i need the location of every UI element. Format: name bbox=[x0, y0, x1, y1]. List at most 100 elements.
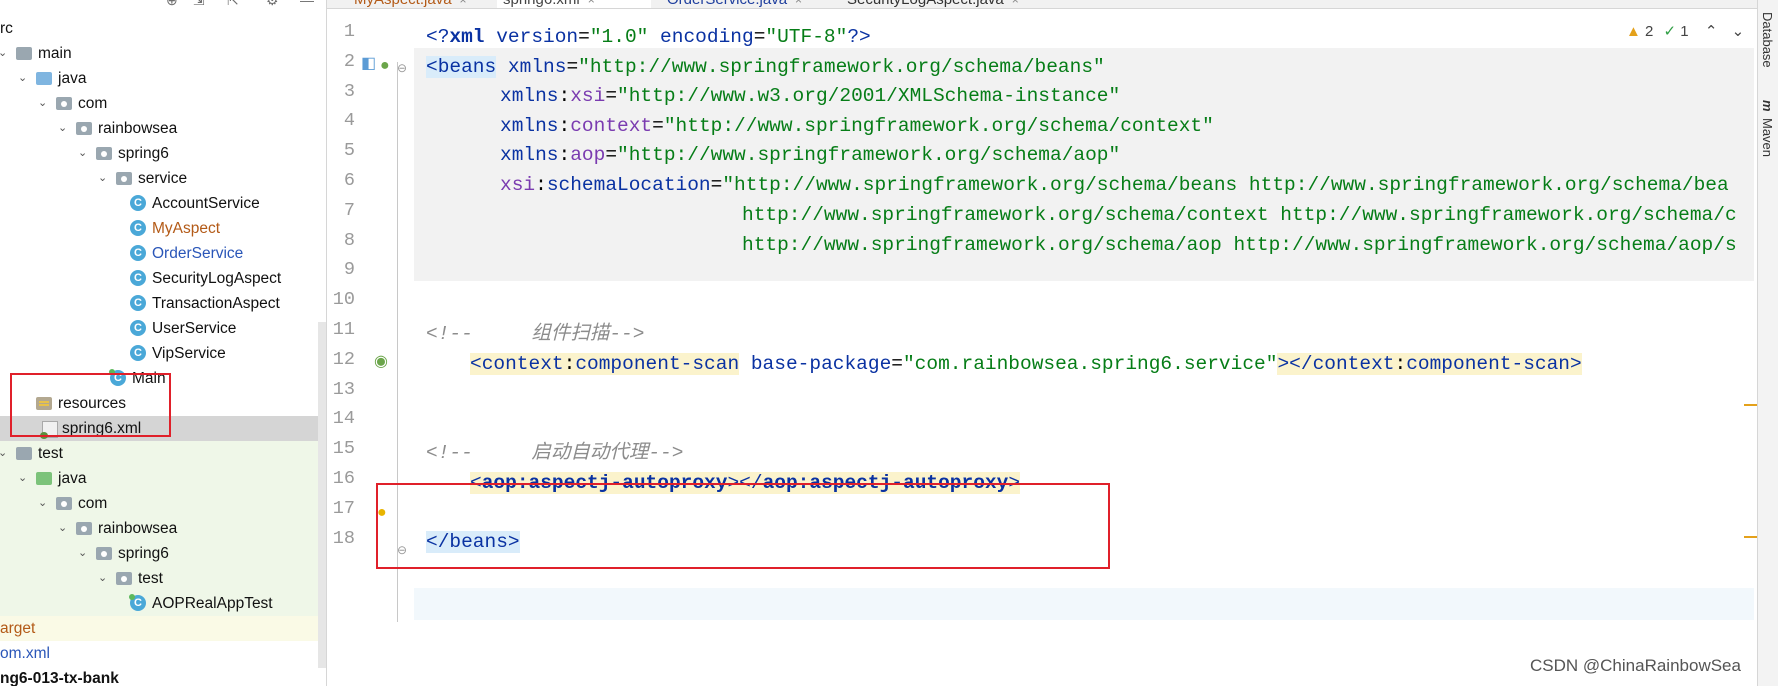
package-icon bbox=[96, 147, 112, 160]
token: xmlns bbox=[500, 144, 559, 166]
chevron-down-icon[interactable]: ⌄ bbox=[1732, 23, 1745, 40]
code-editor[interactable]: <?xml version="1.0" encoding="UTF-8"?> <… bbox=[414, 20, 1754, 686]
tree-item[interactable]: spring6.xml bbox=[0, 416, 326, 441]
chevron-down-icon[interactable]: ⌄ bbox=[18, 466, 27, 491]
close-icon[interactable]: × bbox=[795, 0, 802, 7]
close-icon[interactable]: × bbox=[1012, 0, 1019, 7]
tree-item[interactable]: C SecurityLogAspect bbox=[0, 266, 326, 291]
gutter-divider bbox=[397, 62, 398, 622]
package-icon bbox=[116, 172, 132, 185]
chevron-down-icon[interactable]: ⌄ bbox=[78, 141, 87, 166]
folder-icon bbox=[36, 472, 52, 485]
chevron-down-icon[interactable]: ⌄ bbox=[98, 566, 107, 591]
chevron-down-icon[interactable]: ⌄ bbox=[38, 491, 47, 516]
caret-line-highlight bbox=[414, 588, 1754, 620]
locate-icon[interactable]: ⊕ bbox=[166, 0, 178, 8]
gear-icon[interactable]: ⚙ bbox=[266, 0, 279, 8]
tree-item[interactable]: ⌄ rainbowsea bbox=[0, 116, 326, 141]
token: "http://www.springframework.org/schema/c… bbox=[663, 115, 1214, 137]
tree-item[interactable]: ⌄ rainbowsea bbox=[0, 516, 326, 541]
token: component-scan bbox=[1406, 353, 1571, 375]
tab-securitylogaspect[interactable]: SecurityLogAspect.java × bbox=[847, 0, 1067, 8]
tree-item[interactable]: om.xml bbox=[0, 641, 326, 666]
tab-orderservice[interactable]: OrderService.java × bbox=[667, 0, 827, 8]
tree-scrollbar[interactable] bbox=[318, 322, 326, 668]
chevron-down-icon[interactable]: ⌄ bbox=[0, 41, 7, 66]
chevron-down-icon[interactable]: ⌄ bbox=[98, 166, 107, 191]
chevron-down-icon[interactable]: ⌄ bbox=[58, 516, 67, 541]
tree-item[interactable]: ⌄ test bbox=[0, 441, 326, 466]
chevron-down-icon[interactable]: ⌄ bbox=[0, 441, 7, 466]
warning-stripe[interactable] bbox=[1744, 404, 1758, 406]
chevron-down-icon[interactable]: ⌄ bbox=[38, 91, 47, 116]
tree-item[interactable]: C AOPRealAppTest bbox=[0, 591, 326, 616]
tree-item-label: resources bbox=[58, 395, 127, 412]
fold-icon[interactable]: ⊖ bbox=[397, 542, 407, 558]
spring-beans-icon[interactable]: ◧ bbox=[361, 56, 376, 72]
token: xmlns bbox=[500, 115, 559, 137]
chevron-down-icon[interactable]: ⌄ bbox=[78, 541, 87, 566]
class-icon: C bbox=[130, 195, 146, 211]
project-tree[interactable]: ⊕ ⇲ ⇱ ⚙ — rc ⌄ main ⌄ java ⌄ com ⌄ rainbowsea ⌄ sp… bbox=[0, 0, 327, 686]
fold-icon[interactable]: ⊖ bbox=[397, 60, 407, 76]
xml-file-icon bbox=[40, 421, 58, 439]
lightbulb-icon[interactable]: ● bbox=[377, 505, 387, 521]
warning-stripe[interactable] bbox=[1744, 536, 1758, 538]
tab-myaspect[interactable]: MyAspect.java × bbox=[354, 0, 494, 8]
line-number: 1 bbox=[343, 21, 355, 42]
hide-icon[interactable]: — bbox=[300, 0, 314, 8]
tree-item[interactable]: C AccountService bbox=[0, 191, 326, 216]
tree-item-label: UserService bbox=[152, 320, 237, 337]
tree-item[interactable]: ng6-013-tx-bank bbox=[0, 666, 326, 686]
code-line-12: <context:component-scan base-package="co… bbox=[470, 353, 1582, 375]
tree-item[interactable]: ⌄ com bbox=[0, 91, 326, 116]
tree-item[interactable]: ⌄ com bbox=[0, 491, 326, 516]
tree-item[interactable]: ⌄ spring6 bbox=[0, 541, 326, 566]
tree-item[interactable]: C MyAspect bbox=[0, 216, 326, 241]
database-tool-button[interactable]: Database bbox=[1760, 12, 1775, 68]
inspection-widget[interactable]: ▲ 2 ✓ 1 ⌃ ⌄ bbox=[1626, 22, 1744, 40]
tree-item[interactable]: resources bbox=[0, 391, 326, 416]
close-icon[interactable]: × bbox=[460, 0, 467, 7]
tree-item[interactable]: ⌄ java bbox=[0, 66, 326, 91]
tree-item[interactable]: ⌄ main bbox=[0, 41, 326, 66]
token: "1.0" bbox=[589, 26, 649, 48]
tree-item[interactable]: arget bbox=[0, 616, 326, 641]
tree-item[interactable]: ⌄ service bbox=[0, 166, 326, 191]
tree-item[interactable]: rc bbox=[0, 16, 326, 41]
maven-tool-button[interactable]: Maven bbox=[1760, 118, 1775, 157]
tree-item-label: java bbox=[58, 70, 87, 87]
tree-item-label: AccountService bbox=[152, 195, 260, 212]
folder-icon bbox=[36, 72, 52, 85]
collapse-all-icon[interactable]: ⇱ bbox=[227, 0, 239, 8]
chevron-up-icon[interactable]: ⌃ bbox=[1705, 23, 1718, 40]
tree-item-label: rainbowsea bbox=[98, 520, 178, 537]
tree-item-label: rainbowsea bbox=[98, 120, 178, 137]
token: aop bbox=[762, 472, 798, 494]
chevron-down-icon[interactable]: ⌄ bbox=[18, 66, 27, 91]
tree-item[interactable]: C Main bbox=[0, 366, 326, 391]
class-icon: C bbox=[130, 220, 146, 236]
tree-item-label: om.xml bbox=[0, 645, 50, 662]
token: <!-- 启动自动代理--> bbox=[426, 442, 684, 464]
close-icon[interactable]: × bbox=[588, 0, 595, 7]
package-icon bbox=[56, 497, 72, 510]
tree-item[interactable]: ⌄ spring6 bbox=[0, 141, 326, 166]
tree-item[interactable]: C TransactionAspect bbox=[0, 291, 326, 316]
tab-spring6-xml[interactable]: spring6.xml × bbox=[497, 0, 651, 8]
tree-item[interactable]: C OrderService bbox=[0, 241, 326, 266]
class-icon: C bbox=[130, 245, 146, 261]
tree-item[interactable]: ⌄ java bbox=[0, 466, 326, 491]
token: encoding bbox=[648, 26, 754, 48]
tree-item-label: VipService bbox=[152, 345, 226, 362]
tree-item[interactable]: C VipService bbox=[0, 341, 326, 366]
tree-item[interactable]: ⌄ test bbox=[0, 566, 326, 591]
tree-toolbar: ⊕ ⇲ ⇱ ⚙ — bbox=[0, 0, 326, 8]
expand-all-icon[interactable]: ⇲ bbox=[193, 0, 205, 8]
line-number: 14 bbox=[332, 408, 355, 430]
chevron-down-icon[interactable]: ⌄ bbox=[58, 116, 67, 141]
code-line-15: <!-- 启动自动代理--> bbox=[426, 437, 683, 469]
tree-item[interactable]: C UserService bbox=[0, 316, 326, 341]
spring-bean-icon[interactable]: ◉ bbox=[374, 354, 388, 370]
token: schemaLocation bbox=[546, 174, 711, 196]
